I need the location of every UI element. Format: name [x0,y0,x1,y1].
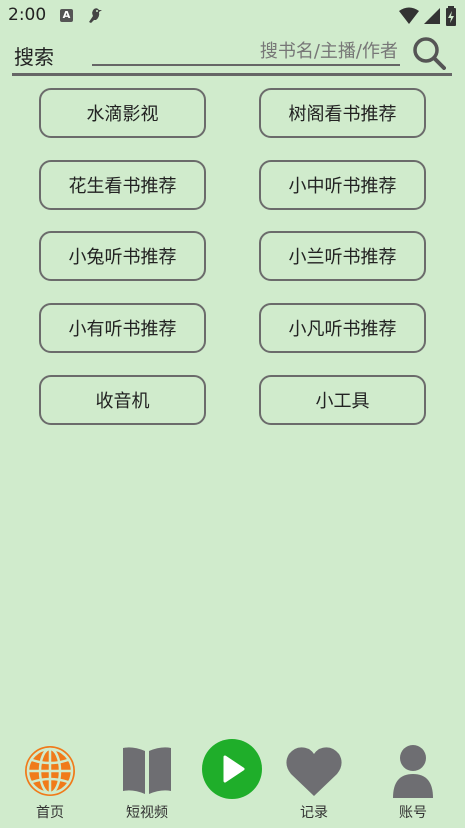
status-icons [399,5,457,27]
source-button-xiaozhong[interactable]: 小中听书推荐 [259,160,426,210]
tools-button[interactable]: 小工具 [259,375,426,425]
status-bar: 2:00 A [0,0,465,32]
source-button-huasheng[interactable]: 花生看书推荐 [39,160,206,210]
nav-label-account: 账号 [399,805,427,821]
bird-icon [89,8,102,23]
globe-icon [25,746,75,796]
bottom-nav: 首页 短视频 记录 账号 [0,738,465,828]
signal-icon [424,8,440,24]
source-button-shuge[interactable]: 树阁看书推荐 [259,88,426,138]
heart-icon [286,747,342,796]
nav-label-records: 记录 [300,805,328,821]
person-icon [393,745,433,798]
status-time: 2:00 [8,5,47,25]
source-button-shuidi[interactable]: 水滴影视 [39,88,206,138]
a-app-icon: A [60,9,73,22]
source-button-xiaotu[interactable]: 小兔听书推荐 [39,231,206,281]
search-label: 搜索 [14,45,54,69]
nav-item-account[interactable]: 账号 [373,738,453,828]
app-screen: 2:00 A 搜索 水滴影视 树阁看书推荐 花生看 [0,0,465,828]
nav-item-home[interactable]: 首页 [10,738,90,828]
nav-label-short-video: 短视频 [126,805,168,821]
source-button-xiaofan[interactable]: 小凡听书推荐 [259,303,426,353]
nav-item-records[interactable]: 记录 [274,738,354,828]
nav-item-play[interactable] [192,738,272,828]
nav-item-short-video[interactable]: 短视频 [107,738,187,828]
header-divider [12,73,452,76]
source-button-xiaolan[interactable]: 小兰听书推荐 [259,231,426,281]
search-input[interactable] [92,38,400,66]
search-icon[interactable] [412,36,446,70]
wifi-icon [399,7,419,24]
battery-icon [446,6,456,26]
radio-button[interactable]: 收音机 [39,375,206,425]
play-icon [202,739,262,799]
nav-label-home: 首页 [36,805,64,821]
book-icon [123,747,171,794]
source-button-xiaoyou[interactable]: 小有听书推荐 [39,303,206,353]
